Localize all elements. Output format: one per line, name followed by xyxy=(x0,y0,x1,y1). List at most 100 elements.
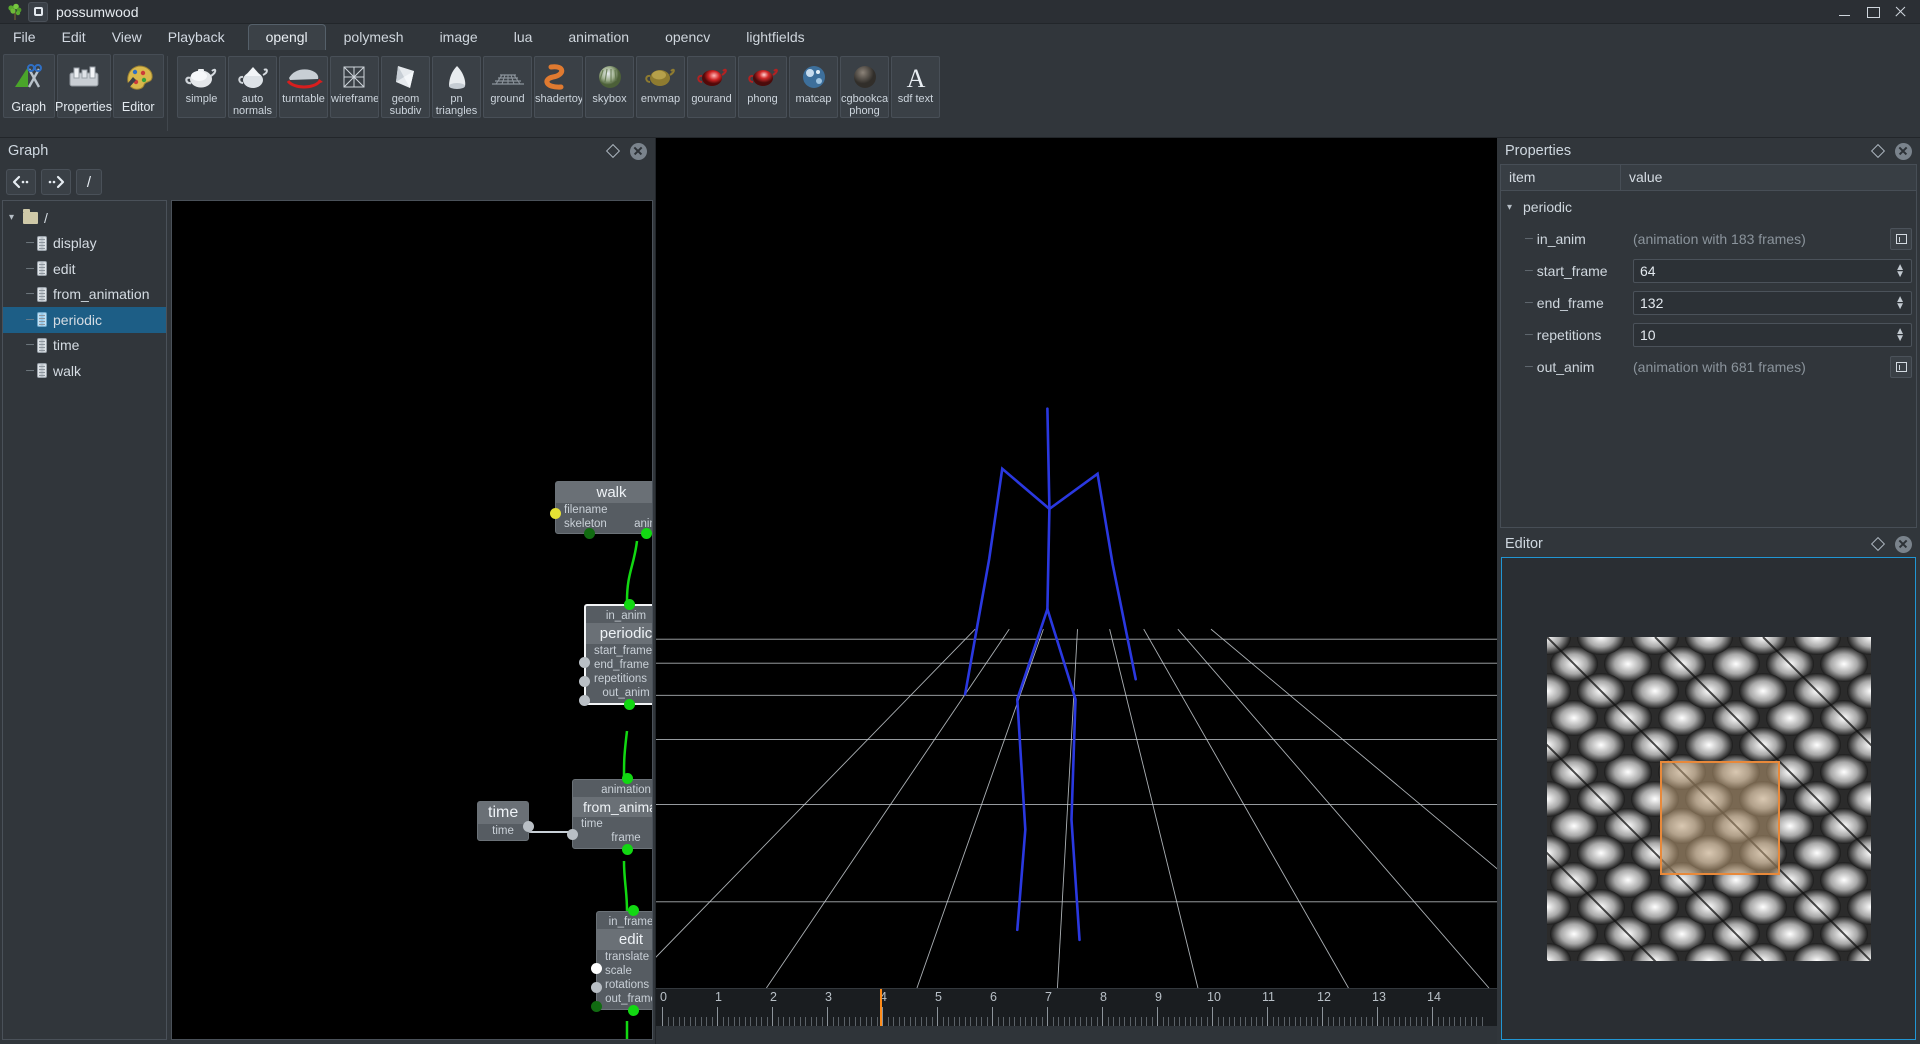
port-dot-in-anim[interactable] xyxy=(624,599,635,610)
tool-geom-subdiv[interactable]: geom subdiv xyxy=(381,56,430,118)
repetitions-spinbox[interactable]: 10 ▲ ▼ xyxy=(1633,323,1912,347)
tab-opengl[interactable]: opengl xyxy=(247,24,326,50)
tree-item-display[interactable]: ─ display xyxy=(3,231,166,257)
menu-item-view[interactable]: View xyxy=(99,24,155,50)
chevron-down-icon[interactable]: ▾ xyxy=(1507,202,1519,213)
port-dot-frame[interactable] xyxy=(622,844,633,855)
port-dot-anim[interactable] xyxy=(641,528,652,539)
gl-viewport[interactable] xyxy=(656,138,1497,988)
close-icon[interactable] xyxy=(1895,535,1912,553)
tab-opencv[interactable]: opencv xyxy=(647,24,728,50)
menu-item-playback[interactable]: Playback xyxy=(155,24,238,50)
editor-image[interactable] xyxy=(1502,635,1915,1039)
port-dot-out-anim[interactable] xyxy=(624,699,635,710)
tool-skybox[interactable]: skybox xyxy=(585,56,634,118)
close-button[interactable] xyxy=(1894,5,1908,19)
dock-button-editor[interactable]: Editor xyxy=(112,54,164,118)
port-out-frame[interactable]: out_frame xyxy=(597,992,652,1009)
float-icon[interactable] xyxy=(1872,145,1884,157)
port-out-anim[interactable]: out_anim xyxy=(586,686,652,703)
timeline[interactable]: 0 1 2 3 4 5 6 7 8 9 10 11 12 13 14 xyxy=(656,988,1497,1044)
timeline-ruler[interactable]: 0 1 2 3 4 5 6 7 8 9 10 11 12 13 14 xyxy=(656,989,1497,1027)
tab-polymesh[interactable]: polymesh xyxy=(326,24,422,50)
node-graph-canvas[interactable]: walk filename skeleton anim in_anim p xyxy=(171,200,653,1040)
port-dot-start-frame[interactable] xyxy=(579,657,590,668)
port-dot-animation[interactable] xyxy=(622,773,633,784)
tree-root[interactable]: ▾ / xyxy=(3,205,166,231)
port-repetitions[interactable]: repetitions xyxy=(586,672,652,686)
tool-turntable[interactable]: turntable xyxy=(279,56,328,118)
menu-item-edit[interactable]: Edit xyxy=(49,24,99,50)
tool-envmap[interactable]: envmap xyxy=(636,56,685,118)
dock-button-properties[interactable]: Properties xyxy=(55,54,112,118)
graph-node-walk[interactable]: walk filename skeleton anim xyxy=(550,481,652,539)
tool-auto-normals[interactable]: auto normals xyxy=(228,56,277,118)
tree-item-from-animation[interactable]: ─ from_animation xyxy=(3,282,166,308)
spinner-arrows-icon[interactable]: ▲ ▼ xyxy=(1895,327,1905,344)
port-dot-filename[interactable] xyxy=(550,508,561,519)
graph-node-time[interactable]: time time xyxy=(477,801,534,841)
port-start-frame[interactable]: start_frame xyxy=(586,644,652,658)
menu-item-file[interactable]: File xyxy=(0,24,49,50)
close-icon[interactable] xyxy=(630,142,647,160)
port-dot-translate[interactable] xyxy=(591,963,602,974)
port-in-anim[interactable]: in_anim xyxy=(586,606,652,623)
maximize-button[interactable] xyxy=(1866,5,1880,19)
float-icon[interactable] xyxy=(1872,538,1884,550)
tool-cgbookcase-phong[interactable]: cgbookcase phong xyxy=(840,56,889,118)
minimize-button[interactable] xyxy=(1838,5,1852,19)
port-end-frame[interactable]: end_frame xyxy=(586,658,652,672)
tab-lightfields[interactable]: lightfields xyxy=(728,24,822,50)
editor-canvas[interactable] xyxy=(1501,557,1916,1040)
nav-forward-button[interactable] xyxy=(41,169,71,195)
port-scale[interactable]: scale xyxy=(597,964,652,978)
port-filename[interactable]: filename xyxy=(556,503,652,517)
tab-lua[interactable]: lua xyxy=(496,24,551,50)
port-frame[interactable]: frame xyxy=(573,831,652,848)
tool-sdf-text[interactable]: A sdf text xyxy=(891,56,940,118)
tab-image[interactable]: image xyxy=(422,24,496,50)
graph-path-button[interactable]: / xyxy=(76,169,102,195)
port-dot-end-frame[interactable] xyxy=(579,676,590,687)
port-dot-time-in[interactable] xyxy=(567,829,578,840)
tree-item-edit[interactable]: ─ edit xyxy=(3,256,166,282)
out-anim-info-button[interactable] xyxy=(1890,356,1912,378)
tool-wireframe[interactable]: wireframe xyxy=(330,56,379,118)
graph-node-periodic[interactable]: in_anim periodic start_frame end_frame r… xyxy=(579,599,652,710)
tool-matcap[interactable]: matcap xyxy=(789,56,838,118)
port-dot-time-out[interactable] xyxy=(523,821,534,832)
timeline-playhead[interactable] xyxy=(880,989,882,1027)
tool-pn-triangles[interactable]: pn triangles xyxy=(432,56,481,118)
port-translate[interactable]: translate xyxy=(597,950,652,964)
tree-item-time[interactable]: ─ time xyxy=(3,333,166,359)
port-dot-out-frame[interactable] xyxy=(628,1005,639,1016)
port-dot-scale[interactable] xyxy=(591,982,602,993)
end-frame-spinbox[interactable]: 132 ▲ ▼ xyxy=(1633,291,1912,315)
port-rotations[interactable]: rotations xyxy=(597,978,652,992)
tool-phong[interactable]: phong xyxy=(738,56,787,118)
tab-animation[interactable]: animation xyxy=(550,24,647,50)
port-dot-skeleton[interactable] xyxy=(584,528,595,539)
tool-ground[interactable]: ground xyxy=(483,56,532,118)
port-time-out[interactable]: time xyxy=(478,824,528,840)
graph-node-edit[interactable]: in_frame edit translate scale rotations … xyxy=(591,905,652,1016)
port-time-in[interactable]: time xyxy=(573,817,652,831)
float-icon[interactable] xyxy=(607,145,619,157)
spinner-arrows-icon[interactable]: ▲ ▼ xyxy=(1895,263,1905,280)
close-icon[interactable] xyxy=(1895,142,1912,160)
port-in-frame[interactable]: in_frame xyxy=(597,912,652,929)
tree-item-walk[interactable]: ─ walk xyxy=(3,358,166,384)
nav-back-button[interactable] xyxy=(6,169,36,195)
port-dot-in-frame[interactable] xyxy=(628,905,639,916)
dock-button-graph[interactable]: Graph xyxy=(3,54,55,118)
tool-simple[interactable]: simple xyxy=(177,56,226,118)
properties-group-row[interactable]: ▾ periodic xyxy=(1501,191,1916,223)
editor-selection-box[interactable] xyxy=(1659,760,1780,875)
tool-shadertoy[interactable]: shadertoy xyxy=(534,56,583,118)
spinner-arrows-icon[interactable]: ▲ ▼ xyxy=(1895,295,1905,312)
start-frame-spinbox[interactable]: 64 ▲ ▼ xyxy=(1633,259,1912,283)
port-animation[interactable]: animation xyxy=(573,780,652,797)
graph-node-from-animation[interactable]: animation from_animation time frame xyxy=(567,773,652,855)
port-dot-rotations[interactable] xyxy=(591,1001,602,1012)
tool-gourand[interactable]: gourand xyxy=(687,56,736,118)
